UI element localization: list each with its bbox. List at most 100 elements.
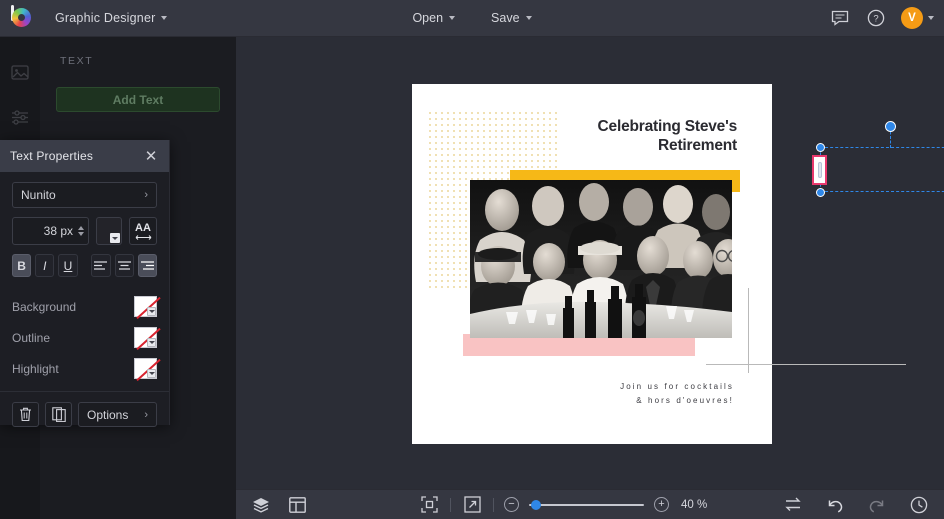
- align-right-button[interactable]: [138, 254, 157, 277]
- chevron-down-icon: [161, 16, 167, 20]
- zoom-slider[interactable]: [529, 498, 644, 512]
- highlight-swatch[interactable]: [134, 358, 157, 379]
- font-size-input[interactable]: 38 px: [12, 217, 89, 245]
- app-title-label: Graphic Designer: [55, 11, 155, 25]
- swap-icon[interactable]: [782, 494, 804, 516]
- chevron-down-icon[interactable]: [147, 369, 156, 378]
- top-bar-menus: Open Save: [322, 6, 622, 30]
- photo-element[interactable]: [470, 180, 732, 338]
- font-family-selector[interactable]: Nunito ›: [12, 182, 157, 208]
- resize-handle-top-left[interactable]: [816, 143, 825, 152]
- open-menu-button[interactable]: Open: [402, 6, 465, 30]
- highlight-row: Highlight: [12, 353, 157, 384]
- save-menu-label: Save: [491, 11, 520, 25]
- help-icon[interactable]: ?: [865, 7, 887, 29]
- divider: [450, 498, 451, 512]
- text-properties-header: Text Properties ✕: [0, 140, 169, 172]
- text-properties-title: Text Properties: [10, 149, 93, 163]
- zoom-out-button[interactable]: −: [504, 497, 519, 512]
- zoom-in-button[interactable]: +: [654, 497, 669, 512]
- outline-row: Outline: [12, 322, 157, 353]
- zoom-slider-knob[interactable]: [531, 500, 541, 510]
- selection-frame[interactable]: [820, 147, 944, 192]
- canvas-stage[interactable]: Celebrating Steve's Retirement Join us f…: [236, 37, 944, 489]
- headline-text-element[interactable]: Celebrating Steve's Retirement: [587, 117, 737, 155]
- bold-button[interactable]: B: [12, 254, 31, 277]
- avatar[interactable]: V: [901, 7, 923, 29]
- add-text-button[interactable]: Add Text: [56, 87, 220, 112]
- bottom-bar-left: [250, 494, 308, 516]
- grid-layout-icon[interactable]: [286, 494, 308, 516]
- save-menu-button[interactable]: Save: [481, 6, 542, 30]
- chevron-down-icon[interactable]: [110, 233, 120, 243]
- resize-handle-bottom-left[interactable]: [816, 188, 825, 197]
- background-swatch[interactable]: [134, 296, 157, 317]
- chevron-down-icon[interactable]: [928, 16, 934, 20]
- close-icon[interactable]: ✕: [143, 149, 159, 164]
- underline-label: U: [64, 259, 73, 273]
- font-size-stepper[interactable]: [78, 226, 84, 236]
- format-buttons: B I U: [12, 254, 157, 277]
- stepper-up-icon[interactable]: [78, 226, 84, 230]
- invite-text-element[interactable]: Join us for cocktails & hors d'oeuvres!: [504, 380, 734, 408]
- comment-icon[interactable]: [829, 7, 851, 29]
- add-text-label: Add Text: [113, 93, 163, 107]
- text-properties-body: Nunito › 38 px AA: [0, 172, 169, 384]
- bottom-bar-right: [782, 494, 930, 516]
- resize-handle-left[interactable]: [812, 155, 827, 185]
- brand-swirl-logo[interactable]: [8, 5, 34, 31]
- align-right-icon: [141, 261, 154, 270]
- zoom-slider-track: [529, 504, 644, 506]
- options-label: Options: [87, 408, 128, 422]
- outline-swatch[interactable]: [134, 327, 157, 348]
- vertical-rule-decoration: [748, 288, 749, 373]
- italic-button[interactable]: I: [35, 254, 54, 277]
- avatar-initial: V: [908, 12, 916, 24]
- align-center-button[interactable]: [115, 254, 134, 277]
- duplicate-icon: [52, 407, 66, 422]
- align-left-icon: [94, 261, 107, 270]
- app-title-dropdown[interactable]: Graphic Designer: [46, 6, 176, 30]
- fit-to-screen-icon[interactable]: [418, 494, 440, 516]
- zoom-level-label: 40 %: [681, 499, 707, 511]
- color-swatch-rows: Background Outline Highlight: [12, 291, 157, 384]
- divider: [493, 498, 494, 512]
- sliders-icon[interactable]: [0, 95, 40, 139]
- align-left-button[interactable]: [91, 254, 110, 277]
- zoom-out-label: −: [508, 499, 514, 510]
- chevron-down-icon[interactable]: [147, 338, 156, 347]
- font-size-row: 38 px AA: [12, 217, 157, 245]
- options-button[interactable]: Options ›: [78, 402, 157, 427]
- chevron-down-icon[interactable]: [147, 307, 156, 316]
- letter-spacing-button[interactable]: AA: [129, 217, 157, 245]
- background-row: Background: [12, 291, 157, 322]
- invite-line-1: Join us for cocktails: [504, 380, 734, 394]
- open-menu-label: Open: [412, 11, 443, 25]
- image-icon[interactable]: [0, 51, 40, 95]
- svg-text:?: ?: [873, 14, 878, 25]
- top-bar: Graphic Designer Open Save: [0, 0, 944, 37]
- expand-icon[interactable]: [461, 494, 483, 516]
- design-canvas[interactable]: Celebrating Steve's Retirement Join us f…: [412, 84, 772, 444]
- letter-spacing-label: AA: [135, 223, 151, 234]
- delete-button[interactable]: [12, 402, 39, 427]
- font-family-value: Nunito: [21, 188, 56, 202]
- trash-icon: [19, 407, 32, 422]
- align-center-icon: [118, 261, 131, 270]
- redo-icon[interactable]: [866, 494, 888, 516]
- undo-icon[interactable]: [824, 494, 846, 516]
- font-size-value: 38 px: [44, 224, 73, 238]
- layers-icon[interactable]: [250, 494, 272, 516]
- top-bar-actions: ? V: [829, 7, 934, 29]
- bottom-bar: − + 40 %: [236, 489, 944, 519]
- text-color-swatch[interactable]: [96, 217, 122, 245]
- italic-label: I: [43, 259, 46, 273]
- underline-button[interactable]: U: [58, 254, 77, 277]
- rotate-handle[interactable]: [885, 121, 896, 132]
- zoom-in-label: +: [658, 499, 664, 510]
- history-clock-icon[interactable]: [908, 494, 930, 516]
- background-label: Background: [12, 300, 76, 314]
- chevron-right-icon: ›: [144, 189, 148, 201]
- duplicate-button[interactable]: [45, 402, 72, 427]
- stepper-down-icon[interactable]: [78, 232, 84, 236]
